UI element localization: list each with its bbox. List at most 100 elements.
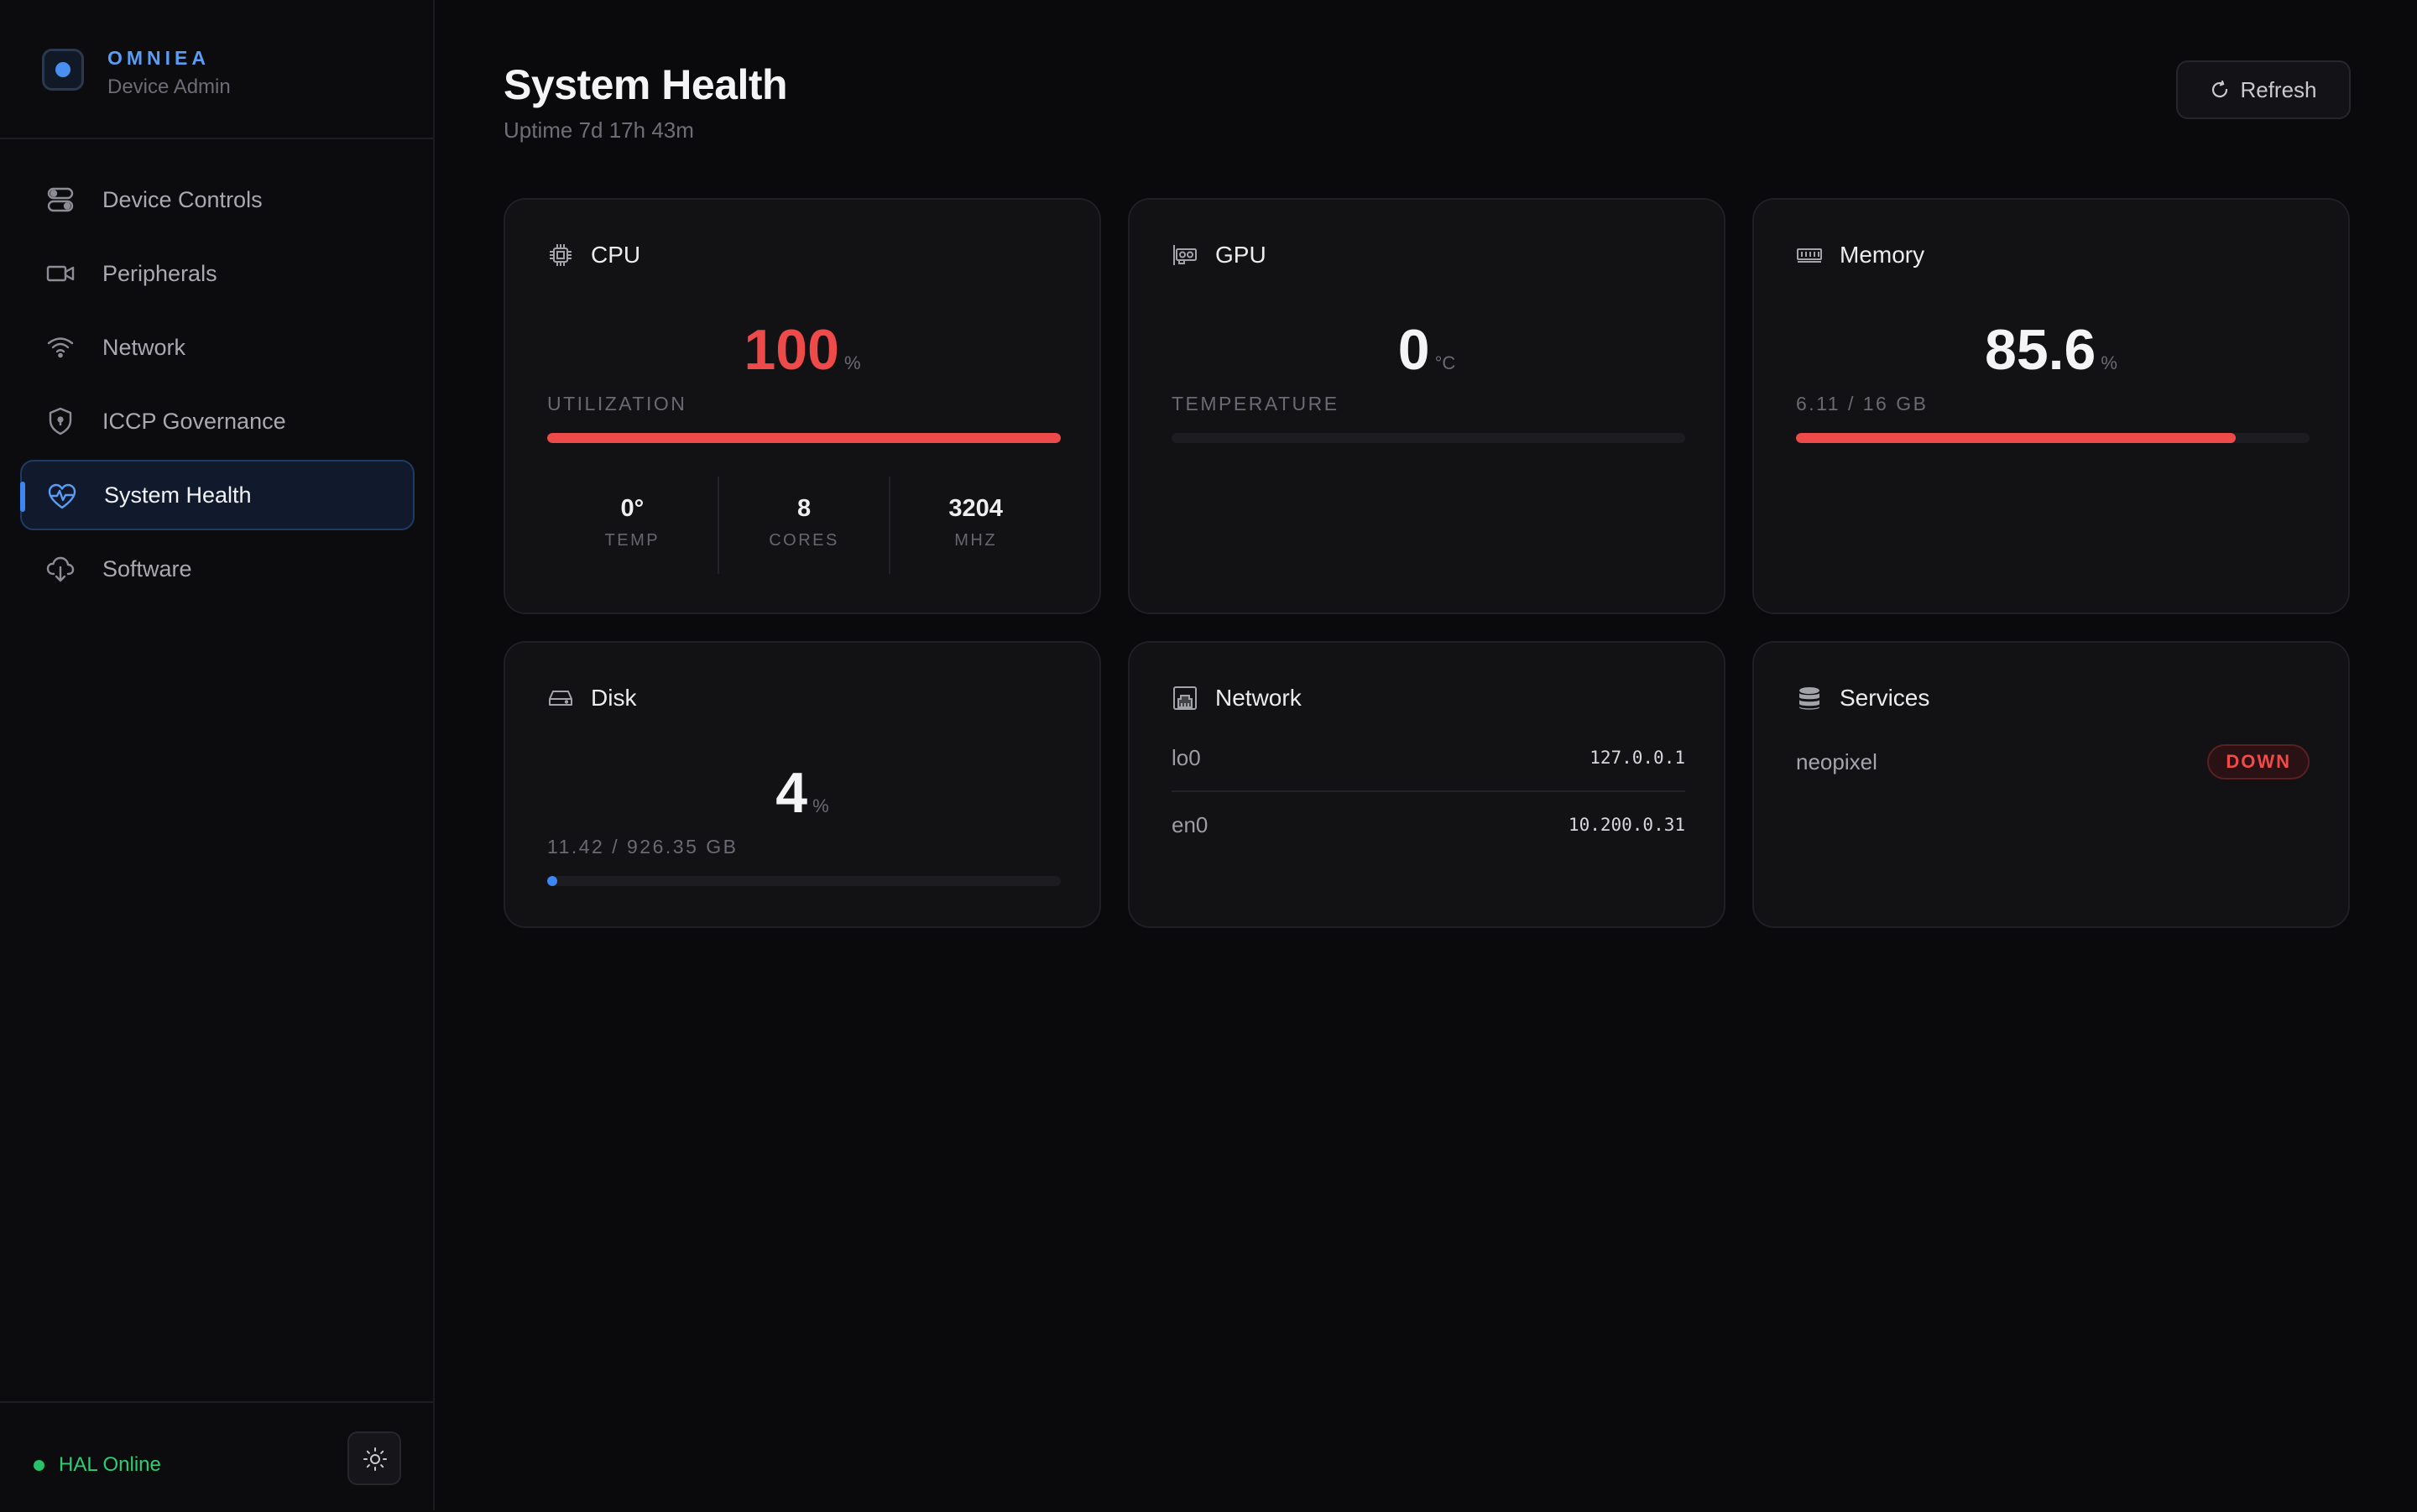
gpu-temperature-value: 0 °C: [1130, 317, 1724, 383]
memory-stick-icon: [1797, 248, 1822, 263]
gpu-icon: [1173, 245, 1197, 265]
sidebar-item-label: Device Controls: [102, 186, 263, 212]
card-header: GPU: [1172, 242, 1266, 269]
wifi-icon: [47, 337, 74, 358]
sidebar-item-device-controls[interactable]: Device Controls: [20, 164, 415, 235]
progress-fill: [547, 433, 1061, 443]
sidebar-item-label: Software: [102, 555, 192, 581]
metric-caption: TEMPERATURE: [1172, 393, 1339, 414]
sidebar-item-label: ICCP Governance: [102, 408, 286, 434]
sidebar-item-label: Network: [102, 334, 186, 360]
sidebar-item-system-health[interactable]: System Health: [20, 460, 415, 530]
sidebar-item-iccp-governance[interactable]: ICCP Governance: [20, 386, 415, 456]
card-header: CPU: [547, 242, 640, 269]
card-title: Network: [1215, 685, 1302, 711]
cpu-stat-mhz: 3204 MHZ: [889, 477, 1061, 574]
main-content: System Health Uptime 7d 17h 43m Refresh …: [435, 0, 2417, 1510]
service-name: neopixel: [1796, 748, 1877, 774]
sidebar-footer: HAL Online: [0, 1401, 433, 1512]
brand-subtitle: Device Admin: [107, 76, 231, 98]
sidebar-item-peripherals[interactable]: Peripherals: [20, 238, 415, 309]
status-indicator-icon: [34, 1460, 44, 1471]
metric-unit: %: [843, 352, 861, 373]
gpu-progress-bar: [1172, 433, 1685, 443]
interface-ip: 10.200.0.31: [1568, 815, 1685, 835]
memory-progress-bar: [1796, 433, 2310, 443]
stat-value: 3204: [948, 495, 1003, 522]
network-interface-row: en0 10.200.0.31: [1172, 792, 1685, 858]
metric-value: 85.6: [1985, 318, 2096, 382]
sidebar-nav: Device Controls Peripherals Network ICCP…: [20, 164, 415, 607]
card-header: Disk: [547, 685, 636, 712]
cpu-stat-cores: 8 CORES: [717, 477, 890, 574]
service-row: neopixel DOWN: [1796, 743, 2310, 780]
sidebar: OMNIEA Device Admin Device Controls Peri…: [0, 0, 435, 1510]
cloud-download-icon: [46, 556, 75, 582]
refresh-icon: [2212, 80, 2228, 98]
memory-usage-value: 85.6%: [1754, 317, 2348, 383]
metric-unit: °C: [1434, 352, 1456, 373]
sidebar-item-label: System Health: [104, 482, 252, 508]
metric-unit: %: [2101, 352, 2117, 373]
interface-ip: 127.0.0.1: [1590, 748, 1685, 768]
card-title: Memory: [1840, 242, 1925, 268]
card-title: CPU: [591, 242, 641, 268]
brand-logo-icon: [42, 49, 84, 91]
stat-value: 8: [796, 495, 812, 522]
hard-drive-icon: [549, 691, 572, 706]
disk-progress-bar: [547, 876, 1061, 886]
metric-value: 0: [1397, 318, 1430, 382]
services-card: Services neopixel DOWN: [1752, 641, 2350, 928]
heart-pulse-icon: [48, 483, 76, 509]
card-header: Services: [1796, 685, 1929, 712]
disk-card: Disk 4% 11.42 / 926.35 GB: [504, 641, 1101, 928]
theme-toggle-button[interactable]: [347, 1431, 401, 1485]
page-title: System Health: [504, 61, 788, 108]
camera-icon: [46, 265, 75, 282]
gpu-card: GPU 0 °C TEMPERATURE: [1128, 198, 1725, 614]
sidebar-item-software[interactable]: Software: [20, 534, 415, 604]
sidebar-item-network[interactable]: Network: [20, 312, 415, 383]
network-card: Network lo0 127.0.0.1 en0 10.200.0.31: [1128, 641, 1725, 928]
card-header: Network: [1172, 685, 1302, 712]
shield-icon: [49, 407, 72, 435]
brand-header: OMNIEA Device Admin: [0, 0, 433, 139]
stat-value: 0°: [620, 495, 645, 522]
metric-caption: UTILIZATION: [547, 393, 687, 414]
cpu-card: CPU 100% UTILIZATION 0° TEMP 8 CORES 320: [504, 198, 1101, 614]
brand-name: OMNIEA: [107, 47, 210, 69]
toggles-icon: [47, 187, 74, 212]
network-interface-row: lo0 127.0.0.1: [1172, 725, 1685, 792]
metric-value: 4: [775, 761, 808, 825]
metric-caption: 11.42 / 926.35 GB: [547, 836, 739, 858]
stat-label: MHZ: [954, 531, 998, 550]
disk-usage-value: 4%: [505, 760, 1099, 826]
hal-status-text: HAL Online: [59, 1453, 161, 1476]
stat-label: CORES: [769, 531, 839, 550]
uptime-text: Uptime 7d 17h 43m: [504, 117, 694, 143]
card-title: Disk: [591, 685, 637, 711]
stat-label: TEMP: [604, 531, 660, 550]
card-title: Services: [1840, 685, 1930, 711]
refresh-button[interactable]: Refresh: [2176, 60, 2351, 119]
memory-card: Memory 85.6% 6.11 / 16 GB: [1752, 198, 2350, 614]
card-title: GPU: [1215, 242, 1266, 268]
interface-name: lo0: [1172, 744, 1201, 770]
sidebar-item-label: Peripherals: [102, 260, 217, 286]
progress-fill: [547, 876, 558, 886]
metric-caption: 6.11 / 16 GB: [1796, 393, 1929, 414]
metric-unit: %: [812, 795, 829, 816]
interface-name: en0: [1172, 811, 1208, 837]
cpu-progress-bar: [547, 433, 1061, 443]
app-root: OMNIEA Device Admin Device Controls Peri…: [0, 0, 2417, 1510]
cpu-chip-icon: [550, 244, 572, 266]
database-icon: [1799, 687, 1819, 710]
card-header: Memory: [1796, 242, 1924, 269]
cpu-stat-temp: 0° TEMP: [547, 477, 718, 574]
cpu-utilization-value: 100%: [505, 317, 1099, 383]
cpu-stats: 0° TEMP 8 CORES 3204 MHZ: [547, 477, 1061, 574]
progress-fill: [1796, 433, 2236, 443]
refresh-label: Refresh: [2240, 76, 2317, 102]
sun-icon: [363, 1447, 387, 1471]
status-badge: DOWN: [2207, 744, 2310, 779]
